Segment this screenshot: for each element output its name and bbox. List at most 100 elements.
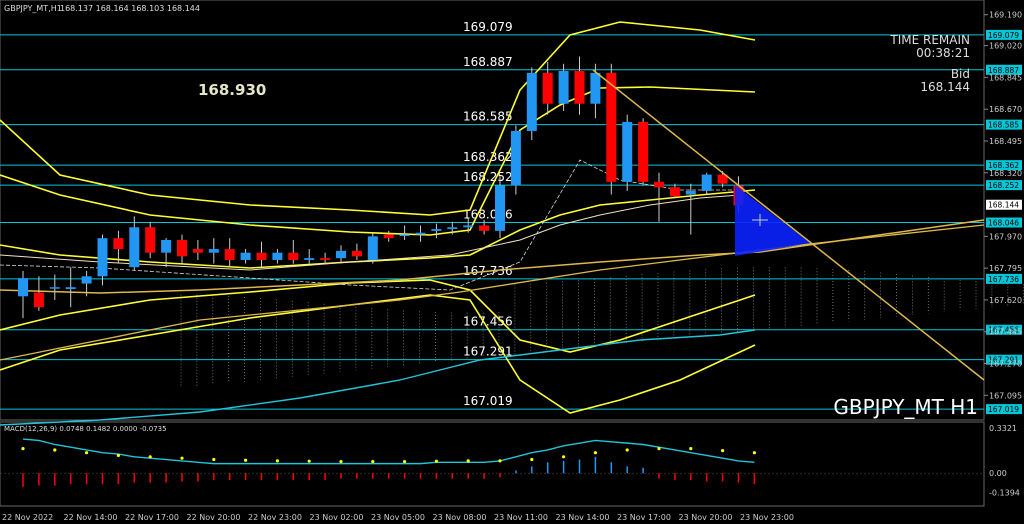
level-tag-text: 168.585 <box>988 121 1019 130</box>
signal-dot <box>339 459 343 464</box>
candle-body <box>638 121 649 182</box>
macd-tick-label: -0.1394 <box>989 488 1020 497</box>
signal-dot <box>466 459 470 463</box>
signal-dot <box>53 448 57 452</box>
candle-body <box>431 229 442 231</box>
y-tick-label: 167.095 <box>989 391 1022 400</box>
x-tick-label: 23 Nov 05:00 <box>371 513 425 522</box>
candle-body <box>49 287 60 289</box>
candle-body <box>526 72 537 131</box>
candle-body <box>542 72 553 104</box>
candle-body <box>224 249 235 260</box>
candle-body <box>240 252 251 260</box>
x-tick-label: 22 Nov 2022 <box>2 513 53 522</box>
y-tick-label: 168.845 <box>989 73 1022 82</box>
candle-body <box>415 232 426 235</box>
macd-plot-frame <box>0 421 985 507</box>
macd-label: MACD(12,26,9) 0.0748 0.1482 0.0000 -0.07… <box>4 425 167 433</box>
signal-dot <box>530 457 534 462</box>
signal-dot <box>403 459 407 464</box>
candle-body <box>145 227 156 253</box>
candle-body <box>622 121 633 182</box>
level-tag-text: 167.736 <box>988 275 1019 284</box>
signal-dot <box>434 459 438 463</box>
y-tick-label: 167.620 <box>989 296 1022 305</box>
timer-value: 00:38:21 <box>916 46 970 60</box>
candle-body <box>161 239 172 253</box>
candle-body <box>113 238 124 250</box>
y-tick-label: 167.270 <box>989 360 1022 369</box>
macd-tick-label: 0.3321 <box>989 424 1017 433</box>
ohlc-readout: 168.137 168.164 168.103 168.144 <box>60 4 200 13</box>
signal-dot <box>116 453 120 458</box>
signal-dot <box>180 456 184 460</box>
macd-tick-label: 0.00 <box>989 469 1007 478</box>
x-tick-label: 22 Nov 23:00 <box>248 513 302 522</box>
big-price-label: 168.930 <box>198 81 266 99</box>
y-tick-label: 167.795 <box>989 264 1022 273</box>
time-axis: 22 Nov 2022 22 Nov 14:00 22 Nov 17:00 22 No… <box>2 513 794 522</box>
level-tag-text: 167.019 <box>988 405 1019 414</box>
level-label: 167.019 <box>463 394 513 408</box>
y-tick-label: 169.190 <box>989 11 1022 20</box>
signal-dot <box>244 458 248 462</box>
signal-dot <box>625 448 629 452</box>
candle-body <box>606 72 617 182</box>
timer-label: TIME REMAIN <box>889 33 970 47</box>
candle-body <box>383 234 394 239</box>
y-tick-label: 167.445 <box>989 328 1022 337</box>
symbol-label: GBPJPY_MT,H1 <box>4 4 62 13</box>
candle-body <box>33 292 44 308</box>
candle-body <box>574 71 585 104</box>
candle-body <box>192 249 203 253</box>
x-tick-label: 23 Nov 08:00 <box>433 513 487 522</box>
candle-body <box>336 250 346 259</box>
candle-body <box>351 250 362 257</box>
signal-dot <box>562 455 566 459</box>
signal-dot <box>721 449 725 453</box>
y-tick-label: 168.670 <box>989 105 1022 114</box>
candle-body <box>272 252 283 260</box>
candle-body <box>495 185 505 231</box>
level-tag-text: 169.079 <box>988 31 1019 40</box>
level-label: 168.252 <box>463 170 513 184</box>
candle-body <box>367 236 378 260</box>
candle-body <box>177 239 187 257</box>
current-price-text: 168.144 <box>988 201 1019 210</box>
candle-body <box>590 72 601 104</box>
x-tick-label: 23 Nov 14:00 <box>556 513 610 522</box>
signal-dot <box>21 447 25 451</box>
level-label: 169.079 <box>463 20 513 34</box>
candle-body <box>685 190 696 195</box>
level-tag-text: 168.046 <box>988 219 1019 228</box>
candle-body <box>129 227 140 268</box>
y-tick-label: 169.020 <box>989 42 1022 51</box>
x-tick-label: 23 Nov 17:00 <box>617 513 671 522</box>
x-tick-label: 22 Nov 14:00 <box>64 513 118 522</box>
level-tag-text: 168.252 <box>988 181 1019 190</box>
x-tick-label: 23 Nov 20:00 <box>679 513 733 522</box>
level-label: 167.456 <box>463 315 513 329</box>
signal-dot <box>85 451 89 455</box>
y-tick-label: 168.495 <box>989 137 1022 146</box>
price-chart[interactable]: 169.079169.079168.887168.887168.585168.5… <box>0 0 1024 524</box>
signal-dot <box>498 459 502 463</box>
signal-dot <box>148 455 152 459</box>
candle-body <box>304 258 315 260</box>
y-tick-label: 167.970 <box>989 232 1022 241</box>
signal-dot <box>593 451 598 455</box>
candle-body <box>256 252 267 260</box>
candle-body <box>288 252 299 260</box>
candle-body <box>65 287 76 290</box>
signal-dot <box>371 459 375 464</box>
level-label: 168.887 <box>463 55 513 69</box>
candle-body <box>399 234 410 237</box>
signal-dot <box>212 457 216 462</box>
x-tick-label: 22 Nov 20:00 <box>187 513 241 522</box>
x-tick-label: 23 Nov 11:00 <box>494 513 548 522</box>
signal-dot <box>275 459 279 463</box>
bid-label: Bid <box>951 67 970 81</box>
bid-value: 168.144 <box>920 80 970 94</box>
x-tick-label: 23 Nov 23:00 <box>740 513 794 522</box>
candle-body <box>320 258 331 260</box>
